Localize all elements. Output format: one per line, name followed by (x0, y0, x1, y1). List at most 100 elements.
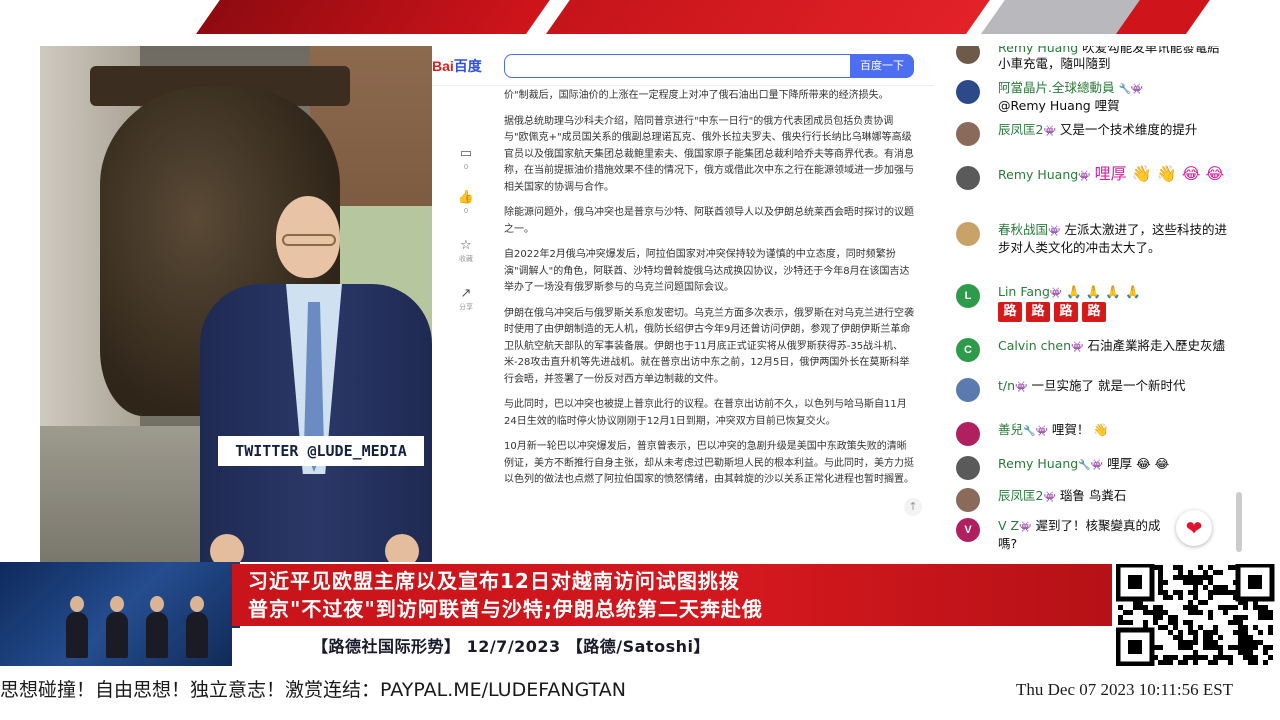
like-button[interactable]: 👍 0 (454, 190, 478, 216)
avatar[interactable]: C (956, 338, 980, 362)
qr-module (1243, 650, 1248, 655)
avatar[interactable] (956, 122, 980, 146)
qr-module (1238, 650, 1243, 655)
qr-module (1158, 645, 1163, 650)
member-badge-icon: 👾 (1043, 492, 1056, 503)
chat-author[interactable]: Lin Fang (998, 284, 1050, 299)
qr-module (1173, 625, 1178, 630)
favorite-button[interactable]: ☆ 收藏 (454, 238, 478, 264)
qr-module (1228, 620, 1233, 625)
chat-author[interactable]: 阿當晶片.全球總動員 (998, 80, 1114, 95)
banner-photo (0, 562, 240, 666)
qr-module (1263, 650, 1268, 655)
qr-module (1258, 615, 1263, 620)
qr-module (1188, 620, 1193, 625)
member-badge-icon: 🔧👾 (1078, 460, 1104, 471)
qr-module (1268, 615, 1273, 620)
qr-module (1238, 630, 1243, 635)
chat-author[interactable]: 辰凤匡2 (998, 122, 1043, 137)
qr-module (1208, 580, 1213, 585)
qr-module (1228, 590, 1233, 595)
qr-module (1243, 615, 1248, 620)
qr-module (1208, 595, 1213, 600)
host-hand (385, 534, 419, 562)
qr-module (1193, 590, 1198, 595)
qr-module (1168, 620, 1173, 625)
decor-streak (545, 0, 995, 34)
chat-author[interactable]: t/n (998, 378, 1015, 393)
qr-module (1248, 660, 1253, 665)
heart-reaction-button[interactable]: ❤ (1176, 510, 1212, 546)
avatar[interactable] (956, 222, 980, 246)
qr-module (1178, 570, 1183, 575)
qr-module (1158, 660, 1163, 665)
chat-scrollbar[interactable] (1236, 492, 1242, 552)
qr-module (1123, 610, 1128, 615)
chat-author[interactable]: V Z (998, 518, 1019, 533)
search-input[interactable] (504, 54, 850, 78)
qr-module (1158, 625, 1163, 630)
chat-author[interactable]: 善兒 (998, 422, 1023, 437)
qr-module (1218, 585, 1223, 590)
qr-module (1158, 615, 1163, 620)
avatar[interactable] (956, 46, 980, 64)
qr-module (1173, 655, 1178, 660)
qr-module (1243, 655, 1248, 660)
avatar[interactable]: V (956, 518, 980, 542)
qr-module (1208, 635, 1213, 640)
qr-module (1268, 610, 1273, 615)
qr-module (1218, 605, 1223, 610)
qr-module (1193, 595, 1198, 600)
qr-module (1143, 610, 1148, 615)
baidu-logo[interactable]: Bai百度 (432, 56, 482, 76)
comment-button[interactable]: ▭ 0 (454, 146, 478, 172)
chat-author[interactable]: Remy Huang (998, 167, 1078, 182)
qr-module (1243, 645, 1248, 650)
avatar[interactable] (956, 422, 980, 446)
qr-module (1178, 565, 1183, 570)
qr-module (1183, 575, 1188, 580)
qr-module (1253, 660, 1258, 665)
avatar[interactable] (956, 456, 980, 480)
qr-module (1158, 570, 1163, 575)
share-label: 分享 (459, 303, 473, 311)
chat-author[interactable]: 辰凤匡2 (998, 488, 1043, 503)
qr-module (1208, 565, 1213, 570)
member-badge-icon: 👾 (1049, 288, 1063, 299)
avatar[interactable] (956, 378, 980, 402)
qr-module (1253, 605, 1258, 610)
chat-author[interactable]: Remy Huang (998, 456, 1078, 471)
article-paragraph: 除能源问题外，俄乌冲突也是普京与沙特、阿联酋领导人以及伊朗总统莱西会晤时探讨的议… (504, 207, 914, 235)
article-body: 价"制裁后，国际油价的上涨在一定程度上对冲了俄石油出口量下降所带来的经济损失。 … (504, 88, 914, 498)
chat-author[interactable]: Remy Huang (998, 46, 1078, 55)
qr-code-icon (1116, 564, 1275, 666)
qr-module (1188, 640, 1193, 645)
chat-author[interactable]: 春秋战国 (998, 222, 1048, 237)
qr-module (1248, 645, 1253, 650)
share-button[interactable]: ↗ 分享 (454, 286, 478, 312)
qr-module (1233, 645, 1238, 650)
qr-finder-center (1128, 640, 1142, 654)
avatar[interactable] (956, 80, 980, 104)
comment-icon: ▭ (459, 146, 473, 161)
qr-module (1213, 585, 1218, 590)
scroll-to-top-button[interactable]: ↑ (904, 498, 922, 516)
chat-text: 石油產業將走入歷史灰燼 (1087, 338, 1225, 353)
qr-module (1173, 635, 1178, 640)
avatar[interactable]: L (956, 284, 980, 308)
search-button[interactable]: 百度一下 (850, 54, 914, 78)
member-badge-icon: 🔧👾 (1118, 84, 1144, 95)
qr-module (1193, 635, 1198, 640)
qr-module (1193, 580, 1198, 585)
chat-author[interactable]: Calvin chen (998, 338, 1071, 353)
qr-module (1183, 580, 1188, 585)
qr-module (1238, 645, 1243, 650)
qr-module (1168, 660, 1173, 665)
avatar[interactable] (956, 166, 980, 190)
qr-module (1218, 650, 1223, 655)
banner-figure-head (150, 596, 164, 612)
road-sticker: 路 (1026, 302, 1050, 322)
qr-module (1178, 595, 1183, 600)
qr-module (1213, 645, 1218, 650)
avatar[interactable] (956, 488, 980, 512)
